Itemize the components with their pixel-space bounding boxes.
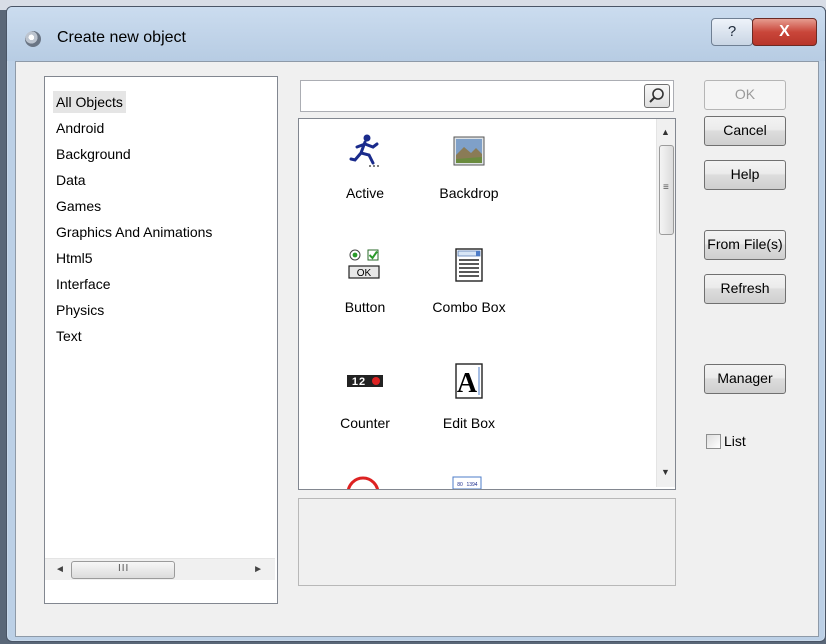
grip-icon: III bbox=[118, 563, 130, 574]
category-item-physics[interactable]: Physics bbox=[53, 299, 107, 321]
data-grid-icon: 80 1394 bbox=[452, 476, 482, 489]
object-item-counter[interactable]: 12 Counter bbox=[315, 363, 415, 443]
object-grid[interactable]: Active Backdrop OK Button Combo Box 12 C… bbox=[298, 118, 676, 490]
category-horizontal-scrollbar[interactable]: ◄ III ► bbox=[44, 558, 276, 580]
help-button[interactable]: Help bbox=[704, 160, 786, 190]
object-label: Combo Box bbox=[432, 299, 506, 315]
scroll-up-arrow-icon[interactable]: ▲ bbox=[661, 127, 670, 137]
title-bar[interactable]: Create new object ? X bbox=[7, 7, 825, 61]
scroll-left-arrow-icon[interactable]: ◄ bbox=[55, 564, 65, 575]
category-item-games[interactable]: Games bbox=[53, 195, 104, 217]
category-list[interactable]: All Objects Android Background Data Game… bbox=[44, 76, 278, 604]
from-files-button[interactable]: From File(s) bbox=[704, 230, 786, 260]
category-item-html5[interactable]: Html5 bbox=[53, 247, 96, 269]
object-item-active[interactable]: Active bbox=[315, 133, 415, 213]
window-title: Create new object bbox=[57, 29, 186, 46]
create-new-object-dialog: Create new object ? X All Objects Androi… bbox=[6, 6, 826, 642]
category-item-background[interactable]: Background bbox=[53, 143, 134, 165]
refresh-button[interactable]: Refresh bbox=[704, 274, 786, 304]
category-item-text[interactable]: Text bbox=[53, 325, 85, 347]
search-icon bbox=[649, 88, 664, 103]
scrollbar-track: ◄ III ► bbox=[45, 558, 275, 580]
cancel-button[interactable]: Cancel bbox=[704, 116, 786, 146]
scrollbar-thumb[interactable]: ≡ bbox=[659, 145, 674, 235]
scrollbar-thumb[interactable]: III bbox=[71, 561, 175, 579]
smiley-face-icon bbox=[346, 476, 380, 489]
object-vertical-scrollbar[interactable]: ▲ ≡ ▼ bbox=[656, 119, 675, 487]
grid-cell-text: 80 bbox=[457, 482, 463, 488]
grid-cell-text: 1394 bbox=[466, 482, 477, 488]
counter-digits-icon: 12 bbox=[347, 375, 383, 388]
category-item-data[interactable]: Data bbox=[53, 169, 89, 191]
title-help-button[interactable]: ? bbox=[711, 18, 753, 46]
list-checkbox[interactable] bbox=[706, 434, 721, 449]
object-label: Counter bbox=[340, 415, 390, 431]
edit-box-letter: A bbox=[457, 368, 478, 399]
object-item-button[interactable]: OK Button bbox=[315, 247, 415, 327]
object-label: Edit Box bbox=[442, 415, 496, 431]
counter-digits-glyph: 12 bbox=[352, 376, 366, 388]
category-item-interface[interactable]: Interface bbox=[53, 273, 113, 295]
button-controls-icon: OK bbox=[348, 249, 380, 279]
manager-button[interactable]: Manager bbox=[704, 364, 786, 394]
object-label: Active bbox=[345, 185, 385, 201]
scroll-down-arrow-icon[interactable]: ▼ bbox=[661, 467, 670, 477]
search-button[interactable] bbox=[644, 84, 670, 108]
button-ok-glyph: OK bbox=[357, 268, 372, 279]
category-item-all-objects[interactable]: All Objects bbox=[53, 91, 126, 113]
ok-button[interactable]: OK bbox=[704, 80, 786, 110]
grip-icon: ≡ bbox=[663, 182, 669, 193]
close-button[interactable]: X bbox=[752, 18, 817, 46]
list-checkbox-label[interactable]: List bbox=[724, 432, 746, 450]
object-description-panel bbox=[298, 498, 676, 586]
running-man-icon bbox=[349, 134, 381, 167]
category-item-android[interactable]: Android bbox=[53, 117, 107, 139]
object-item-combo-box[interactable]: Combo Box bbox=[419, 247, 519, 327]
landscape-picture-icon bbox=[453, 136, 485, 166]
object-label: Backdrop bbox=[439, 185, 499, 201]
object-label: Button bbox=[344, 299, 386, 315]
object-item-backdrop[interactable]: Backdrop bbox=[419, 133, 519, 213]
edit-box-icon: A bbox=[455, 363, 483, 399]
dialog-client-area: All Objects Android Background Data Game… bbox=[15, 61, 819, 637]
scroll-right-arrow-icon[interactable]: ► bbox=[253, 564, 263, 575]
object-item-edit-box[interactable]: A Edit Box bbox=[419, 363, 519, 443]
combo-box-icon bbox=[455, 248, 483, 282]
category-item-graphics-and-animations[interactable]: Graphics And Animations bbox=[53, 221, 215, 243]
search-field[interactable] bbox=[300, 80, 674, 112]
app-icon bbox=[25, 31, 41, 47]
